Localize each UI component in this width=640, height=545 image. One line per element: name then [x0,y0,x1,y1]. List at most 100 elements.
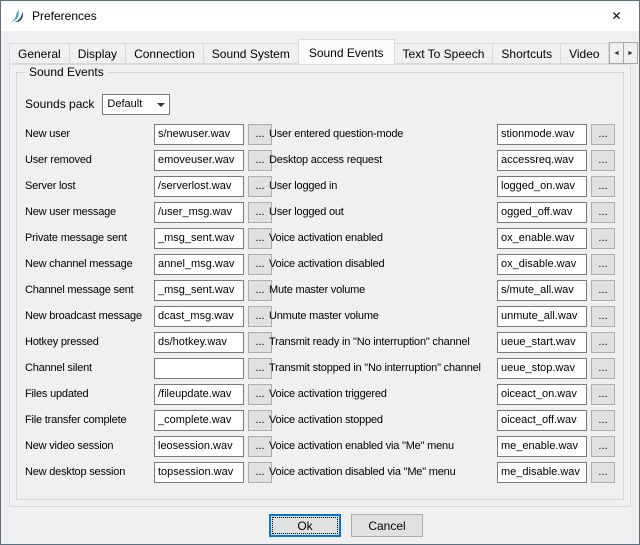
sounds-pack-select[interactable]: Default [102,94,170,115]
tab-sound-system[interactable]: Sound System [203,43,299,64]
sound-file-input[interactable] [154,176,244,197]
sound-events-right-column: User entered question-mode... Desktop acc… [269,121,615,485]
sound-file-input[interactable] [154,254,244,275]
cancel-button[interactable]: Cancel [351,514,423,537]
tab-shortcuts[interactable]: Shortcuts [492,43,561,64]
sound-event-label: New desktop session [25,466,154,478]
group-title: Sound Events [25,65,108,79]
browse-button[interactable]: ... [591,332,615,353]
tab-display[interactable]: Display [69,43,126,64]
sound-file-input[interactable] [497,254,587,275]
sound-event-row: Files updated... [25,381,272,407]
tab-bar: GeneralDisplayConnectionSound SystemSoun… [9,39,639,64]
sound-file-input[interactable] [497,436,587,457]
sound-file-input[interactable] [154,280,244,301]
sound-event-label: New broadcast message [25,310,154,322]
sounds-pack-select-wrap: Default [102,94,170,115]
sound-file-input[interactable] [154,124,244,145]
browse-button[interactable]: ... [591,124,615,145]
app-icon [9,8,25,24]
sound-file-input[interactable] [497,384,587,405]
sound-file-input[interactable] [497,332,587,353]
close-button[interactable]: ✕ [594,1,639,31]
sound-event-label: Mute master volume [269,284,497,296]
arrow-left-icon: ◄ [613,50,620,57]
tab-pane: Sound Events Sounds pack Default New use… [9,64,631,507]
browse-button[interactable]: ... [591,358,615,379]
sounds-pack-row: Sounds pack Default [25,93,170,115]
browse-button[interactable]: ... [591,176,615,197]
sound-event-label: Transmit stopped in "No interruption" ch… [269,362,497,374]
sound-event-row: New video session... [25,433,272,459]
sound-event-label: File transfer complete [25,414,154,426]
titlebar: Preferences ✕ [1,1,639,31]
sound-file-input[interactable] [154,306,244,327]
sound-file-input[interactable] [497,410,587,431]
sound-file-input[interactable] [154,358,244,379]
sound-event-label: User entered question-mode [269,128,497,140]
tab-connection[interactable]: Connection [125,43,204,64]
tab-scroll-left-button[interactable]: ◄ [609,42,624,64]
sound-file-input[interactable] [497,202,587,223]
browse-button[interactable]: ... [591,306,615,327]
sound-file-input[interactable] [154,384,244,405]
sound-event-label: User removed [25,154,154,166]
sound-event-row: New user message... [25,199,272,225]
tab-video[interactable]: Video [560,43,608,64]
browse-button[interactable]: ... [591,384,615,405]
sound-event-row: File transfer complete... [25,407,272,433]
tab-sound-events[interactable]: Sound Events [298,39,395,64]
browse-button[interactable]: ... [591,410,615,431]
sound-event-label: Unmute master volume [269,310,497,322]
sound-event-row: Voice activation triggered... [269,381,615,407]
ok-button[interactable]: Ok [269,514,341,537]
sound-event-row: New desktop session... [25,459,272,485]
sound-event-label: Files updated [25,388,154,400]
sound-event-row: User removed... [25,147,272,173]
sound-event-label: Hotkey pressed [25,336,154,348]
tab-general[interactable]: General [9,43,70,64]
tab-text-to-speech[interactable]: Text To Speech [394,43,494,64]
sound-event-row: New broadcast message... [25,303,272,329]
preferences-window: Preferences ✕ GeneralDisplayConnectionSo… [0,0,640,545]
browse-button[interactable]: ... [591,436,615,457]
browse-button[interactable]: ... [591,254,615,275]
sound-event-label: Voice activation disabled via "Me" menu [269,466,497,478]
sound-file-input[interactable] [497,306,587,327]
sound-file-input[interactable] [497,150,587,171]
sound-file-input[interactable] [154,436,244,457]
sound-event-label: Desktop access request [269,154,497,166]
sound-file-input[interactable] [497,176,587,197]
sound-file-input[interactable] [154,150,244,171]
sound-file-input[interactable] [497,358,587,379]
browse-button[interactable]: ... [591,462,615,483]
sound-event-label: Voice activation enabled via "Me" menu [269,440,497,452]
sound-event-row: User logged in... [269,173,615,199]
sounds-pack-label: Sounds pack [25,97,94,111]
sound-event-label: Private message sent [25,232,154,244]
sound-event-row: User entered question-mode... [269,121,615,147]
sound-file-input[interactable] [154,228,244,249]
sound-event-label: User logged out [269,206,497,218]
browse-button[interactable]: ... [591,202,615,223]
sound-event-row: Mute master volume... [269,277,615,303]
sound-file-input[interactable] [154,462,244,483]
sound-file-input[interactable] [497,228,587,249]
browse-button[interactable]: ... [591,150,615,171]
sound-event-row: Channel message sent... [25,277,272,303]
sound-file-input[interactable] [497,124,587,145]
sound-event-row: Voice activation enabled via "Me" menu..… [269,433,615,459]
sound-event-label: Voice activation enabled [269,232,497,244]
sound-event-row: Private message sent... [25,225,272,251]
browse-button[interactable]: ... [591,228,615,249]
sound-file-input[interactable] [497,280,587,301]
sound-file-input[interactable] [154,202,244,223]
sound-event-label: Voice activation disabled [269,258,497,270]
browse-button[interactable]: ... [591,280,615,301]
sound-file-input[interactable] [497,462,587,483]
tab-scroll-right-button[interactable]: ► [623,42,638,64]
sound-file-input[interactable] [154,410,244,431]
sound-event-row: Channel silent... [25,355,272,381]
sound-event-row: Voice activation enabled... [269,225,615,251]
sound-file-input[interactable] [154,332,244,353]
